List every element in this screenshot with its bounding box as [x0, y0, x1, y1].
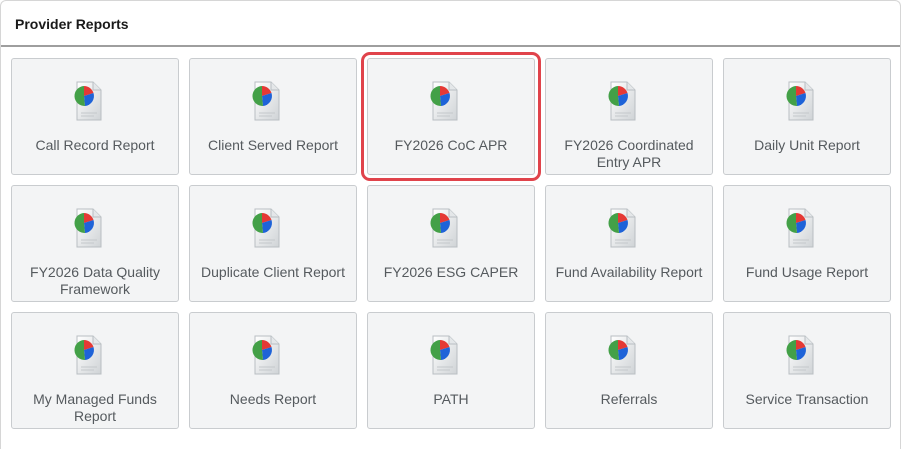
report-tile[interactable]: FY2026 CoC APR — [361, 52, 541, 181]
report-pie-chart-icon — [248, 79, 282, 123]
report-pie-chart-icon — [426, 79, 460, 123]
report-tile-label: Fund Availability Report — [555, 264, 703, 280]
report-tile-label: Fund Usage Report — [745, 264, 869, 280]
report-grid: Call Record Report Client Served Report … — [11, 52, 891, 429]
report-pie-chart-icon — [604, 79, 638, 123]
report-tile-label: Duplicate Client Report — [201, 264, 345, 280]
provider-reports-panel: Provider Reports Call Record Report Clie… — [0, 0, 901, 449]
report-tile-label: Call Record Report — [35, 137, 155, 153]
report-tile[interactable]: Referrals — [545, 312, 713, 429]
report-tile-label: FY2026 Coordinated Entry APR — [564, 137, 694, 170]
report-tile[interactable]: PATH — [367, 312, 535, 429]
report-tile-label: FY2026 CoC APR — [394, 137, 508, 153]
report-tile[interactable]: My Managed Funds Report — [11, 312, 179, 429]
report-tile-label: Referrals — [600, 391, 658, 407]
report-tile[interactable]: Fund Usage Report — [723, 185, 891, 302]
report-pie-chart-icon — [426, 206, 460, 250]
report-pie-chart-icon — [70, 206, 104, 250]
report-tile[interactable]: Daily Unit Report — [723, 58, 891, 175]
report-pie-chart-icon — [248, 333, 282, 377]
report-tile[interactable]: Duplicate Client Report — [189, 185, 357, 302]
report-pie-chart-icon — [426, 333, 460, 377]
report-tile-label: Daily Unit Report — [754, 137, 860, 153]
report-pie-chart-icon — [604, 333, 638, 377]
report-tile-label: My Managed Funds Report — [33, 391, 157, 424]
report-tile[interactable]: Service Transaction — [723, 312, 891, 429]
report-tile-label: FY2026 ESG CAPER — [383, 264, 519, 280]
report-tile-label: Service Transaction — [745, 391, 869, 407]
report-pie-chart-icon — [782, 333, 816, 377]
report-pie-chart-icon — [782, 79, 816, 123]
report-tile-label: Needs Report — [229, 391, 317, 407]
report-tile[interactable]: Fund Availability Report — [545, 185, 713, 302]
report-pie-chart-icon — [604, 206, 638, 250]
report-tile[interactable]: FY2026 Coordinated Entry APR — [545, 58, 713, 175]
report-tile-label: PATH — [433, 391, 469, 407]
panel-title: Provider Reports — [1, 1, 900, 47]
report-tile-label: Client Served Report — [208, 137, 338, 153]
report-tile-label: FY2026 Data Quality Framework — [30, 264, 160, 297]
report-tile[interactable]: Call Record Report — [11, 58, 179, 175]
report-pie-chart-icon — [782, 206, 816, 250]
report-pie-chart-icon — [70, 79, 104, 123]
report-pie-chart-icon — [248, 206, 282, 250]
report-tile[interactable]: FY2026 ESG CAPER — [367, 185, 535, 302]
report-tile[interactable]: Needs Report — [189, 312, 357, 429]
report-tile[interactable]: FY2026 Data Quality Framework — [11, 185, 179, 302]
report-tile[interactable]: Client Served Report — [189, 58, 357, 175]
report-pie-chart-icon — [70, 333, 104, 377]
